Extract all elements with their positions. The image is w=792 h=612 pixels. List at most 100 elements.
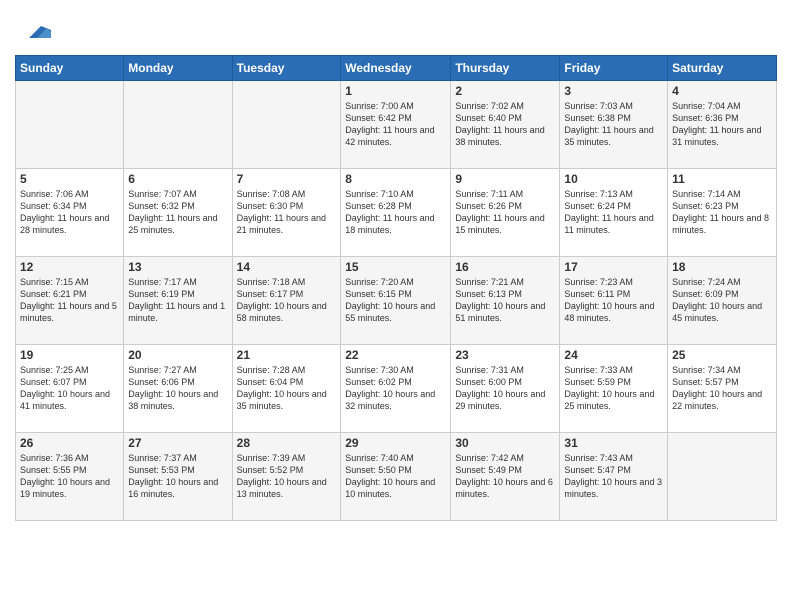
day-number: 14 xyxy=(237,260,337,274)
weekday-header-sunday: Sunday xyxy=(16,56,124,81)
calendar-cell xyxy=(124,81,232,169)
day-info: Sunrise: 7:14 AM Sunset: 6:23 PM Dayligh… xyxy=(672,188,772,237)
calendar-cell: 19Sunrise: 7:25 AM Sunset: 6:07 PM Dayli… xyxy=(16,345,124,433)
calendar-cell: 20 Sunrise: 7:27 AM Sunset: 6:06 PM Dayli… xyxy=(124,345,232,433)
page: SundayMondayTuesdayWednesdayThursdayFrid… xyxy=(0,0,792,612)
day-number: 10 xyxy=(564,172,663,186)
day-number: 5 xyxy=(20,172,119,186)
calendar-cell: 31 Sunrise: 7:43 AM Sunset: 5:47 PM Dayli… xyxy=(560,433,668,521)
day-number: 2 xyxy=(455,84,555,98)
weekday-header-saturday: Saturday xyxy=(668,56,777,81)
logo xyxy=(15,10,51,47)
day-number: 9 xyxy=(455,172,555,186)
day-info: Sunrise: 7:42 AM Sunset: 5:49 PM Dayligh… xyxy=(455,452,555,501)
day-number: 20 xyxy=(128,348,227,362)
day-info: Sunrise: 7:30 AM Sunset: 6:02 PM Dayligh… xyxy=(345,364,446,413)
weekday-header-monday: Monday xyxy=(124,56,232,81)
day-info: Sunrise: 7:23 AM Sunset: 6:11 PM Dayligh… xyxy=(564,276,663,325)
day-info: Sunrise: 7:36 AM Sunset: 5:55 PM Dayligh… xyxy=(20,452,119,501)
weekday-header-row: SundayMondayTuesdayWednesdayThursdayFrid… xyxy=(16,56,777,81)
day-info: Sunrise: 7:11 AM Sunset: 6:26 PM Dayligh… xyxy=(455,188,555,237)
calendar-cell: 21 Sunrise: 7:28 AM Sunset: 6:04 PM Dayli… xyxy=(232,345,341,433)
day-number: 3 xyxy=(564,84,663,98)
calendar-cell: 24 Sunrise: 7:33 AM Sunset: 5:59 PM Dayli… xyxy=(560,345,668,433)
calendar-cell: 11 Sunrise: 7:14 AM Sunset: 6:23 PM Dayli… xyxy=(668,169,777,257)
calendar-week-row: 5 Sunrise: 7:06 AM Sunset: 6:34 PM Daylig… xyxy=(16,169,777,257)
calendar-cell: 3 Sunrise: 7:03 AM Sunset: 6:38 PM Daylig… xyxy=(560,81,668,169)
day-number: 22 xyxy=(345,348,446,362)
logo-text xyxy=(15,10,51,47)
calendar-cell: 8 Sunrise: 7:10 AM Sunset: 6:28 PM Daylig… xyxy=(341,169,451,257)
calendar-week-row: 1 Sunrise: 7:00 AM Sunset: 6:42 PM Daylig… xyxy=(16,81,777,169)
calendar-cell: 7 Sunrise: 7:08 AM Sunset: 6:30 PM Daylig… xyxy=(232,169,341,257)
day-info: Sunrise: 7:10 AM Sunset: 6:28 PM Dayligh… xyxy=(345,188,446,237)
calendar-cell: 14 Sunrise: 7:18 AM Sunset: 6:17 PM Dayli… xyxy=(232,257,341,345)
calendar-cell: 10Sunrise: 7:13 AM Sunset: 6:24 PM Dayli… xyxy=(560,169,668,257)
calendar-cell: 6 Sunrise: 7:07 AM Sunset: 6:32 PM Daylig… xyxy=(124,169,232,257)
day-info: Sunrise: 7:28 AM Sunset: 6:04 PM Dayligh… xyxy=(237,364,337,413)
calendar-cell: 5 Sunrise: 7:06 AM Sunset: 6:34 PM Daylig… xyxy=(16,169,124,257)
day-number: 11 xyxy=(672,172,772,186)
day-number: 28 xyxy=(237,436,337,450)
calendar-cell: 9 Sunrise: 7:11 AM Sunset: 6:26 PM Daylig… xyxy=(451,169,560,257)
day-number: 21 xyxy=(237,348,337,362)
day-number: 31 xyxy=(564,436,663,450)
day-info: Sunrise: 7:43 AM Sunset: 5:47 PM Dayligh… xyxy=(564,452,663,501)
day-number: 15 xyxy=(345,260,446,274)
day-number: 6 xyxy=(128,172,227,186)
calendar-cell xyxy=(16,81,124,169)
calendar-cell: 16Sunrise: 7:21 AM Sunset: 6:13 PM Dayli… xyxy=(451,257,560,345)
day-info: Sunrise: 7:27 AM Sunset: 6:06 PM Dayligh… xyxy=(128,364,227,413)
day-info: Sunrise: 7:33 AM Sunset: 5:59 PM Dayligh… xyxy=(564,364,663,413)
day-number: 30 xyxy=(455,436,555,450)
day-number: 12 xyxy=(20,260,119,274)
header xyxy=(15,10,777,47)
calendar-cell: 23Sunrise: 7:31 AM Sunset: 6:00 PM Dayli… xyxy=(451,345,560,433)
day-number: 7 xyxy=(237,172,337,186)
day-number: 27 xyxy=(128,436,227,450)
day-info: Sunrise: 7:20 AM Sunset: 6:15 PM Dayligh… xyxy=(345,276,446,325)
day-info: Sunrise: 7:21 AM Sunset: 6:13 PM Dayligh… xyxy=(455,276,555,325)
calendar-cell: 17 Sunrise: 7:23 AM Sunset: 6:11 PM Dayli… xyxy=(560,257,668,345)
day-number: 1 xyxy=(345,84,446,98)
day-number: 17 xyxy=(564,260,663,274)
calendar-cell: 4Sunrise: 7:04 AM Sunset: 6:36 PM Daylig… xyxy=(668,81,777,169)
day-number: 13 xyxy=(128,260,227,274)
calendar-cell: 2 Sunrise: 7:02 AM Sunset: 6:40 PM Daylig… xyxy=(451,81,560,169)
day-info: Sunrise: 7:08 AM Sunset: 6:30 PM Dayligh… xyxy=(237,188,337,237)
day-info: Sunrise: 7:04 AM Sunset: 6:36 PM Dayligh… xyxy=(672,100,772,149)
weekday-header-thursday: Thursday xyxy=(451,56,560,81)
weekday-header-tuesday: Tuesday xyxy=(232,56,341,81)
calendar-cell: 12Sunrise: 7:15 AM Sunset: 6:21 PM Dayli… xyxy=(16,257,124,345)
calendar-cell: 1 Sunrise: 7:00 AM Sunset: 6:42 PM Daylig… xyxy=(341,81,451,169)
calendar-week-row: 12Sunrise: 7:15 AM Sunset: 6:21 PM Dayli… xyxy=(16,257,777,345)
calendar-cell: 27Sunrise: 7:37 AM Sunset: 5:53 PM Dayli… xyxy=(124,433,232,521)
day-number: 29 xyxy=(345,436,446,450)
calendar-cell: 22 Sunrise: 7:30 AM Sunset: 6:02 PM Dayli… xyxy=(341,345,451,433)
day-info: Sunrise: 7:07 AM Sunset: 6:32 PM Dayligh… xyxy=(128,188,227,237)
weekday-header-friday: Friday xyxy=(560,56,668,81)
calendar-cell: 30 Sunrise: 7:42 AM Sunset: 5:49 PM Dayli… xyxy=(451,433,560,521)
calendar-week-row: 19Sunrise: 7:25 AM Sunset: 6:07 PM Dayli… xyxy=(16,345,777,433)
day-number: 18 xyxy=(672,260,772,274)
day-info: Sunrise: 7:03 AM Sunset: 6:38 PM Dayligh… xyxy=(564,100,663,149)
calendar-cell xyxy=(232,81,341,169)
day-info: Sunrise: 7:00 AM Sunset: 6:42 PM Dayligh… xyxy=(345,100,446,149)
day-number: 24 xyxy=(564,348,663,362)
day-info: Sunrise: 7:24 AM Sunset: 6:09 PM Dayligh… xyxy=(672,276,772,325)
day-number: 8 xyxy=(345,172,446,186)
day-info: Sunrise: 7:02 AM Sunset: 6:40 PM Dayligh… xyxy=(455,100,555,149)
calendar-cell: 26 Sunrise: 7:36 AM Sunset: 5:55 PM Dayli… xyxy=(16,433,124,521)
day-info: Sunrise: 7:18 AM Sunset: 6:17 PM Dayligh… xyxy=(237,276,337,325)
day-number: 26 xyxy=(20,436,119,450)
day-info: Sunrise: 7:40 AM Sunset: 5:50 PM Dayligh… xyxy=(345,452,446,501)
day-info: Sunrise: 7:31 AM Sunset: 6:00 PM Dayligh… xyxy=(455,364,555,413)
day-info: Sunrise: 7:06 AM Sunset: 6:34 PM Dayligh… xyxy=(20,188,119,237)
calendar-cell: 15 Sunrise: 7:20 AM Sunset: 6:15 PM Dayli… xyxy=(341,257,451,345)
calendar-cell: 25Sunrise: 7:34 AM Sunset: 5:57 PM Dayli… xyxy=(668,345,777,433)
day-info: Sunrise: 7:17 AM Sunset: 6:19 PM Dayligh… xyxy=(128,276,227,325)
calendar-cell: 18 Sunrise: 7:24 AM Sunset: 6:09 PM Dayli… xyxy=(668,257,777,345)
day-info: Sunrise: 7:34 AM Sunset: 5:57 PM Dayligh… xyxy=(672,364,772,413)
day-info: Sunrise: 7:39 AM Sunset: 5:52 PM Dayligh… xyxy=(237,452,337,501)
calendar-cell: 28 Sunrise: 7:39 AM Sunset: 5:52 PM Dayli… xyxy=(232,433,341,521)
